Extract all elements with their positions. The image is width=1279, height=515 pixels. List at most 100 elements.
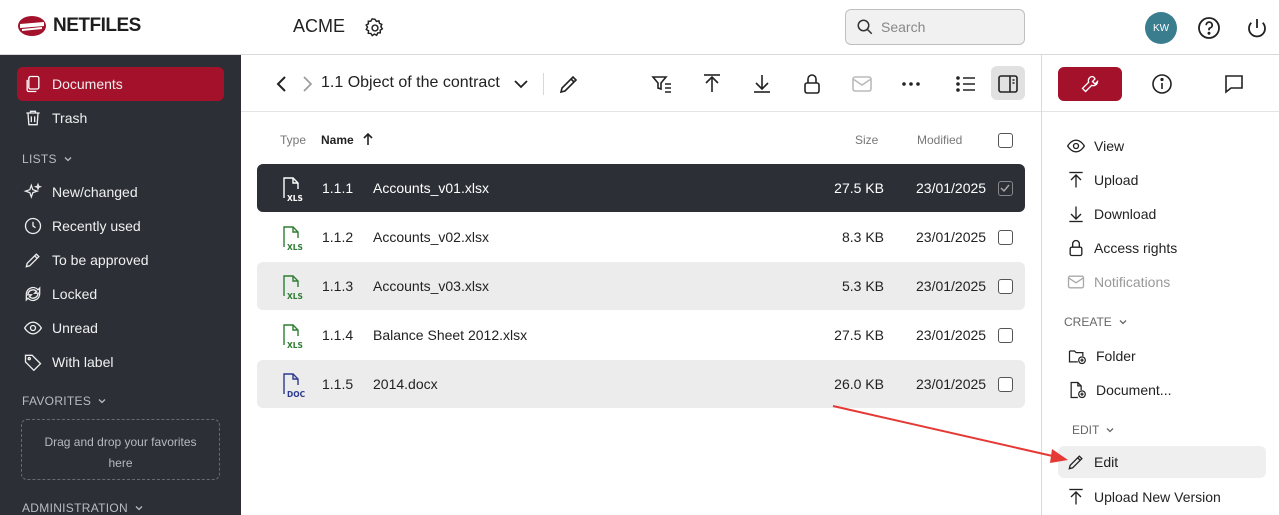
sidebar-item-label: With label <box>52 354 114 370</box>
document-plus-icon <box>1070 381 1086 399</box>
power-icon[interactable] <box>1245 16 1269 40</box>
svg-text:XLS: XLS <box>287 292 303 300</box>
row-checkbox[interactable] <box>998 279 1013 294</box>
row-number: 1.1.4 <box>322 327 354 343</box>
column-name[interactable]: Name <box>321 133 354 147</box>
sidebar-item-unread[interactable]: Unread <box>17 311 224 345</box>
sidebar-item-recently-used[interactable]: Recently used <box>17 209 224 243</box>
action-upload[interactable]: Upload <box>1064 164 1266 196</box>
mail-icon <box>852 76 872 92</box>
pencil-icon <box>1068 455 1083 470</box>
table-row[interactable]: XLS 1.1.2 Accounts_v02.xlsx 8.3 KB 23/01… <box>257 213 1025 261</box>
xls-file-icon: XLS <box>283 324 303 349</box>
table-row[interactable]: XLS 1.1.4 Balance Sheet 2012.xlsx 27.5 K… <box>257 311 1025 359</box>
forward-arrow-icon[interactable] <box>295 72 319 96</box>
favorites-section-header[interactable]: FAVORITES <box>22 394 107 408</box>
row-number: 1.1.5 <box>322 376 354 392</box>
sidebar-item-to-be-approved[interactable]: To be approved <box>17 243 224 277</box>
column-type[interactable]: Type <box>280 133 306 147</box>
sidebar-item-label: Trash <box>52 110 88 126</box>
chevron-down-icon <box>98 399 106 404</box>
file-name[interactable]: Accounts_v02.xlsx <box>373 229 489 245</box>
folder-title[interactable]: 1.1 Object of the contract <box>321 74 500 92</box>
download-icon <box>1069 206 1083 223</box>
section-title: ADMINISTRATION <box>22 501 128 515</box>
back-arrow-icon[interactable] <box>270 72 294 96</box>
sidebar-item-documents[interactable]: Documents <box>17 67 224 101</box>
row-checkbox[interactable] <box>998 181 1013 196</box>
lists-section-header[interactable]: LISTS <box>22 152 73 166</box>
sparkle-icon <box>23 182 43 199</box>
file-name[interactable]: Accounts_v01.xlsx <box>373 180 489 196</box>
download-icon[interactable] <box>750 72 774 96</box>
column-modified[interactable]: Modified <box>917 133 962 147</box>
action-access-rights[interactable]: Access rights <box>1064 232 1266 264</box>
chevron-down-icon <box>135 506 143 511</box>
lock-icon[interactable] <box>800 72 824 96</box>
sidebar-item-with-label[interactable]: With label <box>17 345 224 379</box>
file-name[interactable]: Accounts_v03.xlsx <box>373 278 489 294</box>
table-row[interactable]: XLS 1.1.1 Accounts_v01.xlsx 27.5 KB 23/0… <box>257 164 1025 212</box>
tab-comments[interactable] <box>1222 72 1246 96</box>
clock-icon <box>24 217 42 235</box>
row-number: 1.1.2 <box>322 229 354 245</box>
rename-pencil-icon[interactable] <box>557 72 581 96</box>
action-upload-new-version[interactable]: Upload New Version <box>1064 481 1266 513</box>
select-all-checkbox[interactable] <box>998 133 1013 148</box>
sort-ascending-icon[interactable] <box>361 131 375 147</box>
action-label: Edit <box>1094 454 1119 470</box>
row-checkbox[interactable] <box>998 377 1013 392</box>
avatar[interactable]: KW <box>1145 12 1177 44</box>
filter-icon[interactable] <box>650 72 674 96</box>
file-modified: 23/01/2025 <box>916 229 987 245</box>
table-row[interactable]: XLS 1.1.3 Accounts_v03.xlsx 5.3 KB 23/01… <box>257 262 1025 310</box>
file-size: 8.3 KB <box>841 229 884 245</box>
tab-actions[interactable] <box>1058 67 1122 101</box>
upload-icon[interactable] <box>700 72 724 96</box>
create-folder[interactable]: Folder <box>1064 340 1266 372</box>
edit-section-header[interactable]: EDIT <box>1072 423 1115 437</box>
table-row[interactable]: DOC 1.1.5 2014.docx 26.0 KB 23/01/2025 <box>257 360 1025 408</box>
sidebar-item-new-changed[interactable]: New/changed <box>17 175 224 209</box>
row-number: 1.1.3 <box>322 278 354 294</box>
create-section-header[interactable]: CREATE <box>1064 315 1128 329</box>
help-icon[interactable] <box>1197 16 1221 40</box>
company-name: ACME <box>293 16 346 36</box>
action-label: Access rights <box>1094 240 1178 256</box>
svg-text:XLS: XLS <box>287 194 303 202</box>
action-download[interactable]: Download <box>1064 198 1266 230</box>
favorites-dropzone[interactable]: Drag and drop your favorites here <box>21 419 220 480</box>
column-size[interactable]: Size <box>855 133 878 147</box>
action-view[interactable]: View <box>1064 130 1266 162</box>
tab-info[interactable] <box>1150 72 1174 96</box>
xls-file-icon: XLS <box>283 177 303 202</box>
create-document[interactable]: Document... <box>1064 374 1266 406</box>
action-label: Upload <box>1094 172 1139 188</box>
search-input[interactable] <box>881 19 1011 35</box>
sidebar-item-trash[interactable]: Trash <box>17 101 224 135</box>
section-title: FAVORITES <box>22 394 92 408</box>
folder-plus-icon <box>1068 350 1086 365</box>
tag-icon <box>24 354 42 372</box>
sidebar-item-label: Locked <box>52 286 98 302</box>
chevron-down-icon[interactable] <box>509 72 533 96</box>
gear-icon[interactable] <box>364 17 386 39</box>
list-view-icon[interactable] <box>954 72 978 96</box>
file-name[interactable]: 2014.docx <box>373 376 438 392</box>
file-name[interactable]: Balance Sheet 2012.xlsx <box>373 327 527 343</box>
administration-section-header[interactable]: ADMINISTRATION <box>22 501 144 515</box>
sidebar-item-locked[interactable]: Locked <box>17 277 224 311</box>
upload-icon <box>1069 171 1083 188</box>
row-checkbox[interactable] <box>998 328 1013 343</box>
more-icon[interactable] <box>899 72 923 96</box>
svg-text:XLS: XLS <box>287 243 303 251</box>
toolbar-divider <box>543 73 544 95</box>
netfiles-logo[interactable]: NETFILES <box>17 15 141 37</box>
action-label: Download <box>1094 206 1157 222</box>
search-box[interactable] <box>845 9 1025 45</box>
row-number: 1.1.1 <box>322 180 354 196</box>
action-edit[interactable]: Edit <box>1058 446 1266 478</box>
row-checkbox[interactable] <box>998 230 1013 245</box>
top-bar: NETFILES ACME KW <box>0 0 1279 55</box>
netfiles-logo-icon <box>18 16 46 36</box>
